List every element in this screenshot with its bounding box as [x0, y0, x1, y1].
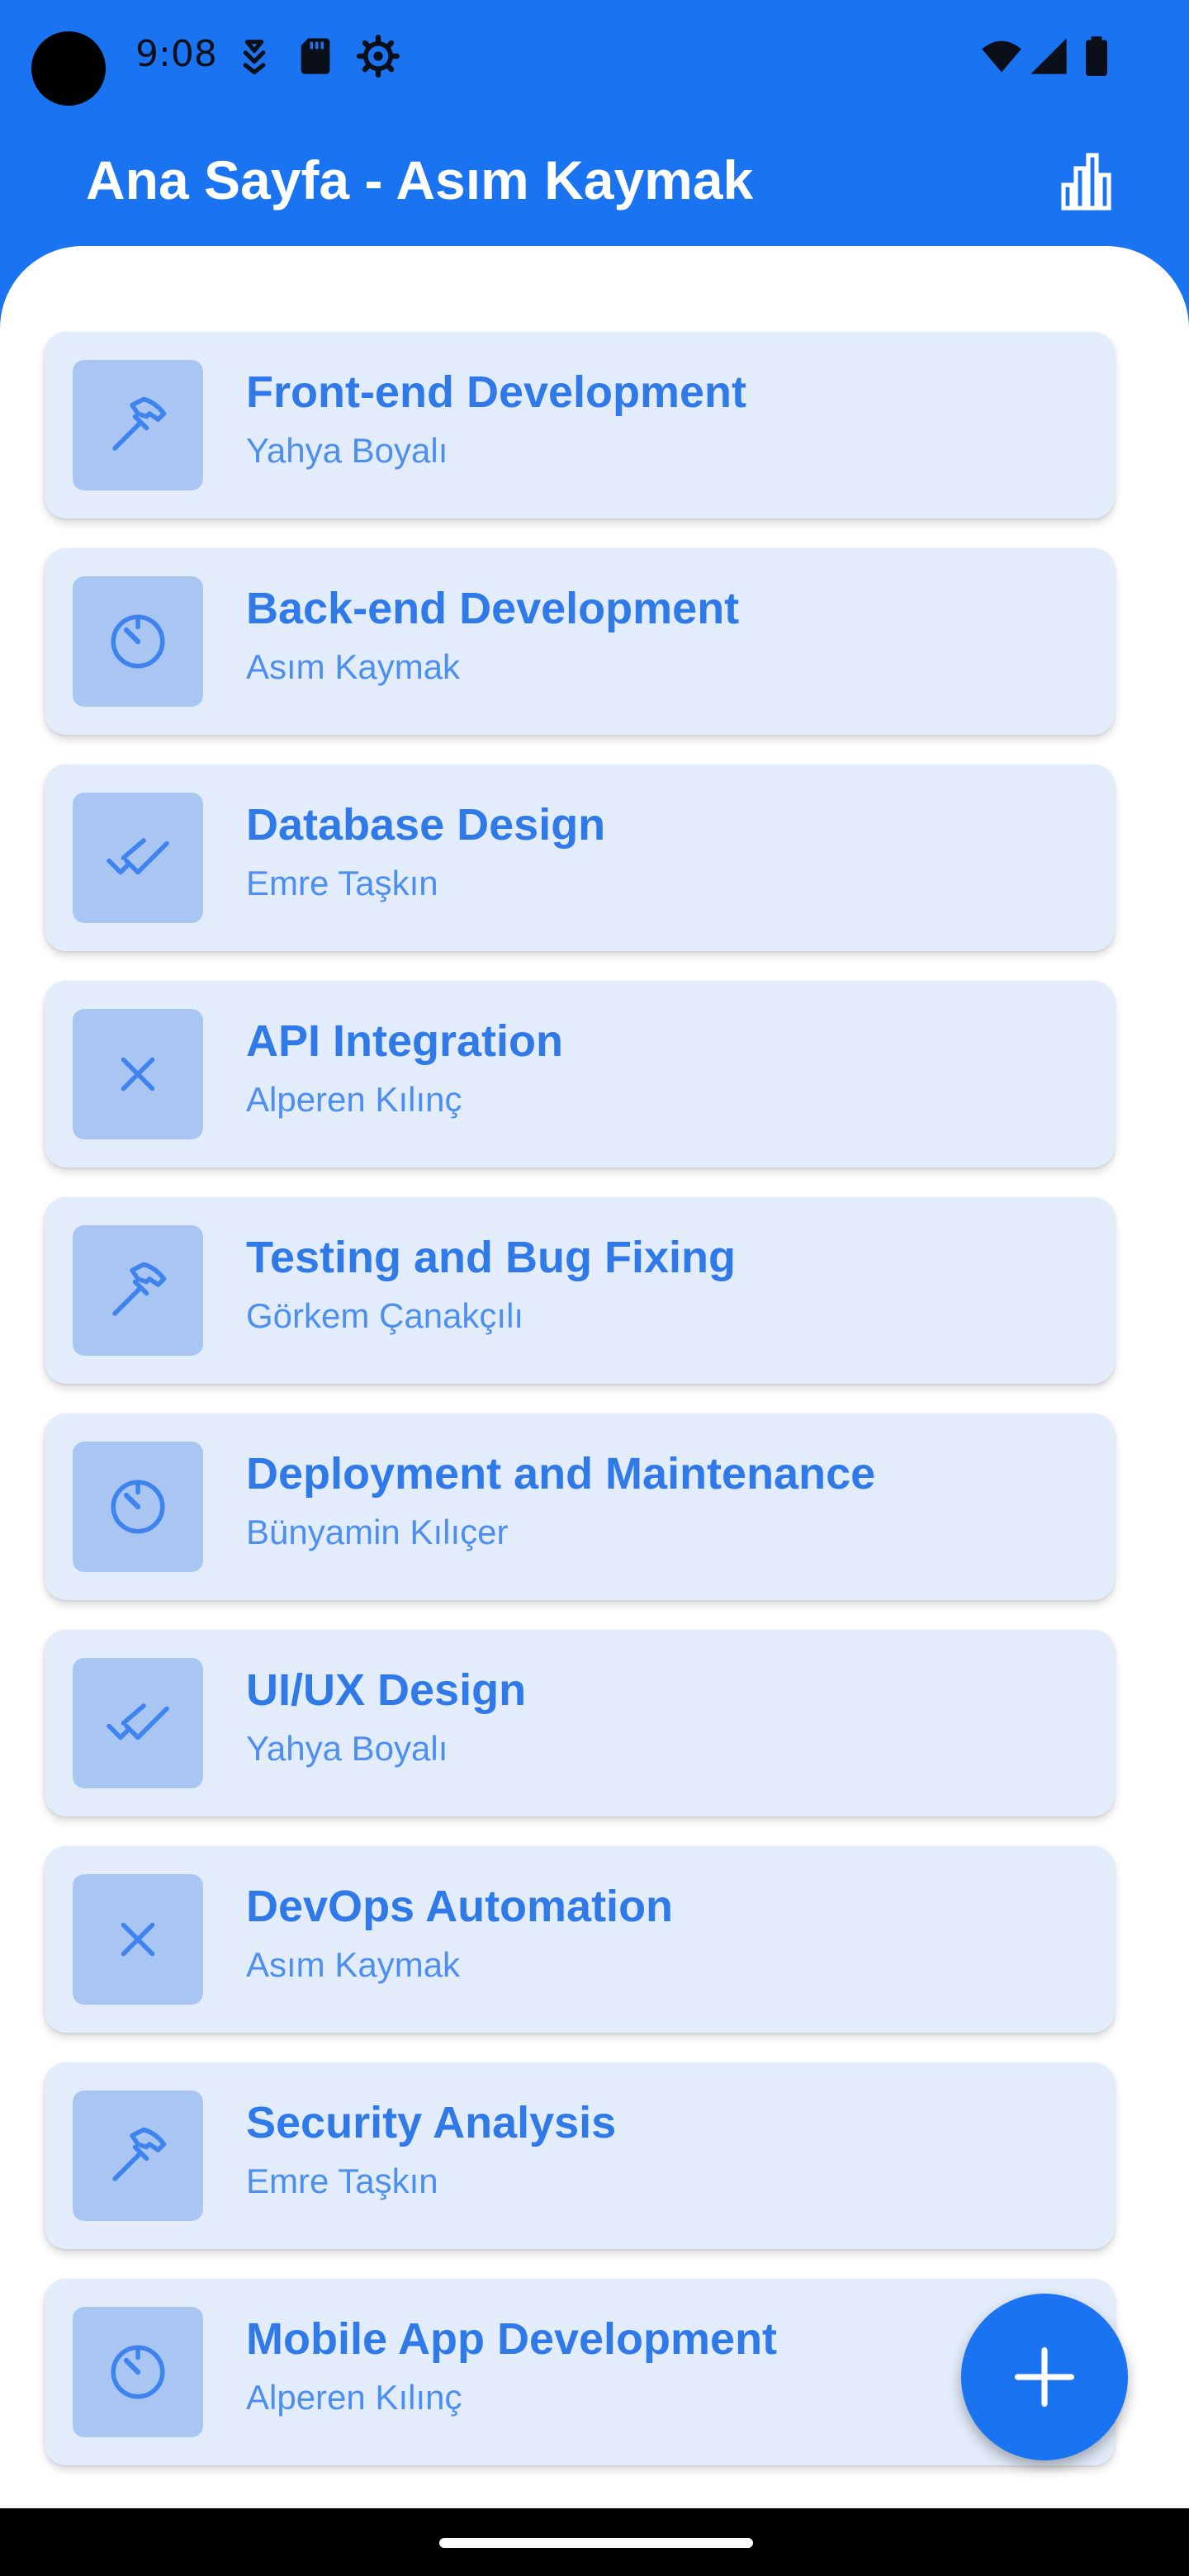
task-icon-box	[73, 793, 203, 923]
timer-icon	[111, 2345, 165, 2399]
task-card[interactable]: UI/UX Design Yahya Boyalı	[45, 1630, 1115, 1816]
task-assignee: Alperen Kılınç	[246, 2378, 462, 2417]
hammer-icon	[112, 396, 167, 451]
task-title: UI/UX Design	[246, 1665, 527, 1715]
status-bar: 9:08	[0, 0, 1189, 116]
close-x-icon	[121, 1922, 155, 1957]
task-icon-box	[73, 2091, 203, 2221]
task-assignee: Görkem Çanakçılı	[246, 1296, 524, 1335]
task-assignee: Emre Taşkın	[246, 864, 438, 902]
task-card[interactable]: Security Analysis Emre Taşkın	[45, 2062, 1115, 2249]
task-icon-box	[73, 1442, 203, 1572]
task-icon-box	[73, 1874, 203, 2005]
task-title: Database Design	[246, 800, 606, 850]
sd-card-icon	[294, 35, 337, 78]
settings-gear-icon	[357, 35, 400, 78]
add-task-button[interactable]	[961, 2294, 1128, 2460]
task-card[interactable]: DevOps Automation Asım Kaymak	[45, 1846, 1115, 2033]
bar-chart-icon	[1061, 153, 1111, 211]
close-x-icon	[121, 1057, 155, 1091]
cellular-signal-icon	[1027, 35, 1070, 78]
home-gesture-handle[interactable]	[439, 2538, 753, 2548]
task-card[interactable]: Database Design Emre Taşkın	[45, 765, 1115, 951]
task-card[interactable]: Back-end Development Asım Kaymak	[45, 548, 1115, 735]
task-icon-box	[73, 1658, 203, 1788]
task-icon-box	[73, 360, 203, 490]
task-card[interactable]: API Integration Alperen Kılınç	[45, 981, 1115, 1167]
task-icon-box	[73, 2307, 203, 2437]
task-assignee: Alperen Kılınç	[246, 1080, 462, 1119]
double-check-icon	[107, 1703, 169, 1740]
task-card[interactable]: Front-end Development Yahya Boyalı	[45, 332, 1115, 519]
hammer-icon	[112, 2127, 167, 2181]
double-check-icon	[107, 838, 169, 875]
task-assignee: Yahya Boyalı	[246, 1729, 448, 1768]
plus-icon	[1014, 2346, 1075, 2408]
wifi-icon	[978, 35, 1026, 78]
task-card[interactable]: Deployment and Maintenance Bünyamin Kılıç…	[45, 1413, 1115, 1600]
timer-icon	[111, 614, 165, 669]
task-title: API Integration	[246, 1016, 564, 1066]
task-assignee: Yahya Boyalı	[246, 431, 448, 470]
timer-icon	[111, 1480, 165, 1534]
status-time: 9:08	[135, 33, 217, 75]
task-title: Security Analysis	[246, 2098, 617, 2147]
task-title: Front-end Development	[246, 367, 747, 417]
task-assignee: Asım Kaymak	[246, 1945, 461, 1984]
task-icon-box	[73, 1009, 203, 1139]
task-icon-box	[73, 576, 203, 707]
task-assignee: Emre Taşkın	[246, 2162, 438, 2200]
task-card[interactable]: Testing and Bug Fixing Görkem Çanakçılı	[45, 1197, 1115, 1384]
task-title: DevOps Automation	[246, 1882, 674, 1931]
task-assignee: Bünyamin Kılıçer	[246, 1513, 509, 1551]
task-icon-box	[73, 1225, 203, 1356]
content-sheet: Front-end Development Yahya Boyalı Back-en…	[0, 246, 1189, 2508]
download-arrow-icon	[233, 35, 276, 78]
page-title: Ana Sayfa - Asım Kaymak	[86, 149, 754, 211]
task-title: Testing and Bug Fixing	[246, 1233, 736, 1282]
task-title: Back-end Development	[246, 584, 740, 633]
battery-icon	[1080, 35, 1113, 78]
task-card[interactable]: Mobile App Development Alperen Kılınç	[45, 2279, 1115, 2465]
app-screen: 9:08 Ana Sayfa - Asım Kaymak Front-end D…	[0, 0, 1189, 2576]
task-list: Front-end Development Yahya Boyalı Back-en…	[45, 332, 1115, 2495]
task-title: Deployment and Maintenance	[246, 1449, 876, 1499]
hammer-icon	[112, 1262, 167, 1316]
task-title: Mobile App Development	[246, 2314, 778, 2364]
system-navigation-bar	[0, 2508, 1189, 2576]
statistics-button[interactable]	[1054, 149, 1120, 215]
camera-cutout	[31, 31, 106, 106]
task-assignee: Asım Kaymak	[246, 647, 461, 686]
